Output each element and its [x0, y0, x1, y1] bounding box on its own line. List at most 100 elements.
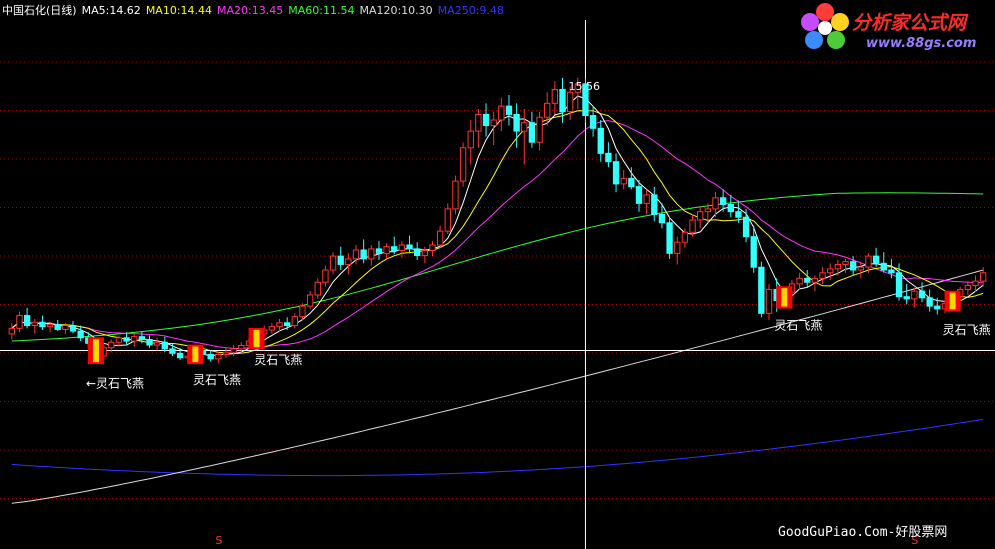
footer-watermark: GoodGuPiao.Com-好股票网	[778, 525, 948, 540]
candle-body	[750, 236, 757, 268]
candle-body	[77, 330, 84, 339]
candle-body	[406, 244, 413, 250]
candle-body	[31, 321, 38, 327]
candle-body	[360, 249, 367, 260]
candle-body	[490, 119, 497, 127]
ma120-line	[11, 269, 984, 504]
candle-body	[964, 285, 972, 290]
stock-title: 中国石化(日线)	[2, 4, 77, 17]
ma10-line	[11, 110, 984, 355]
candle-body	[54, 323, 61, 330]
candle-body	[804, 277, 811, 283]
logo-title: 分析家公式网	[852, 12, 967, 34]
candle-body	[589, 115, 597, 129]
candle-body	[735, 211, 742, 218]
candle-body	[895, 272, 903, 298]
candle-body	[658, 213, 666, 224]
candle-body	[398, 244, 406, 252]
candle-body	[918, 290, 926, 299]
candle-body	[222, 351, 230, 355]
candle-body	[299, 305, 306, 318]
candle-body	[429, 244, 436, 252]
candle-body	[605, 152, 612, 163]
candle-body	[207, 353, 214, 360]
candle-body	[414, 248, 421, 257]
site-logo: 分析家公式网 www.88gs.com	[800, 2, 995, 58]
candle-body	[811, 277, 819, 283]
candle-body	[368, 248, 375, 260]
candle-body	[903, 296, 910, 300]
candle-body	[108, 341, 115, 349]
signal-annotation: 灵石飞燕	[254, 353, 302, 367]
candle-body	[689, 219, 696, 233]
candle-body	[765, 288, 773, 314]
candle-body	[498, 105, 505, 121]
candle-body	[888, 269, 895, 274]
candle-body	[697, 211, 704, 221]
candle-body	[597, 127, 604, 154]
signal-marker-core	[192, 346, 199, 363]
candle-body	[467, 130, 474, 149]
signal-marker-core	[92, 339, 99, 363]
candle-body	[880, 262, 887, 271]
candle-body	[459, 147, 467, 182]
candle-body	[276, 322, 283, 328]
candle-body	[635, 186, 643, 204]
candle-body	[972, 280, 979, 287]
ma60-value: MA60:11.54	[288, 4, 355, 17]
candle-body	[872, 255, 880, 264]
candle-body	[161, 341, 168, 350]
candle-body	[123, 337, 130, 342]
candle-body	[551, 88, 559, 104]
indicator-header: 中国石化(日线) MA5:14.62 MA10:14.44 MA20:13.45 MA6…	[2, 3, 509, 19]
candle-body	[436, 230, 444, 246]
candle-body	[131, 336, 138, 342]
candle-body	[712, 197, 719, 210]
candle-body	[138, 336, 146, 340]
ma20-line	[11, 120, 984, 350]
candle-body	[544, 102, 551, 118]
candle-body	[169, 348, 176, 354]
candle-body	[176, 352, 184, 359]
candle-body	[528, 122, 536, 143]
candle-body	[758, 266, 765, 314]
candle-body	[329, 255, 337, 271]
ma20-value: MA20:13.45	[217, 4, 284, 17]
candle-body	[666, 222, 673, 254]
candle-body	[651, 194, 658, 215]
candle-body	[146, 338, 153, 346]
ma5-value: MA5:14.62	[81, 4, 141, 17]
candle-body	[230, 348, 237, 353]
signal-annotation: 灵石飞燕	[943, 323, 991, 337]
candle-body	[215, 353, 222, 360]
candle-body	[283, 322, 291, 327]
candle-body	[849, 261, 857, 271]
candle-body	[16, 315, 23, 329]
candle-body	[681, 231, 689, 243]
candle-body	[8, 327, 16, 335]
candle-body	[39, 321, 46, 328]
candlestick-chart[interactable]: 15.56←灵石飞燕 灵石飞燕灵石飞燕灵石飞燕 灵石飞燕S S	[0, 0, 995, 549]
candle-body	[505, 105, 513, 115]
candle-body	[704, 208, 712, 213]
candle-body	[857, 266, 864, 271]
candle-body	[643, 194, 650, 204]
candle-body	[452, 180, 459, 210]
candle-body	[268, 326, 276, 331]
candle-body	[23, 315, 31, 327]
ma10-value: MA10:14.44	[145, 4, 213, 17]
candle-body	[337, 255, 344, 265]
candle-body	[865, 255, 872, 268]
flower-logo-icon	[801, 3, 849, 49]
candle-body	[926, 297, 933, 307]
s-marker: S	[215, 534, 222, 547]
candle-body	[421, 250, 429, 257]
candle-body	[345, 258, 352, 265]
candle-body	[115, 337, 123, 343]
candle-body	[322, 269, 329, 283]
candle-body	[559, 88, 566, 113]
candle-body	[475, 113, 482, 132]
candle-body	[153, 341, 161, 346]
candle-body	[727, 203, 734, 213]
candle-body	[536, 116, 543, 143]
